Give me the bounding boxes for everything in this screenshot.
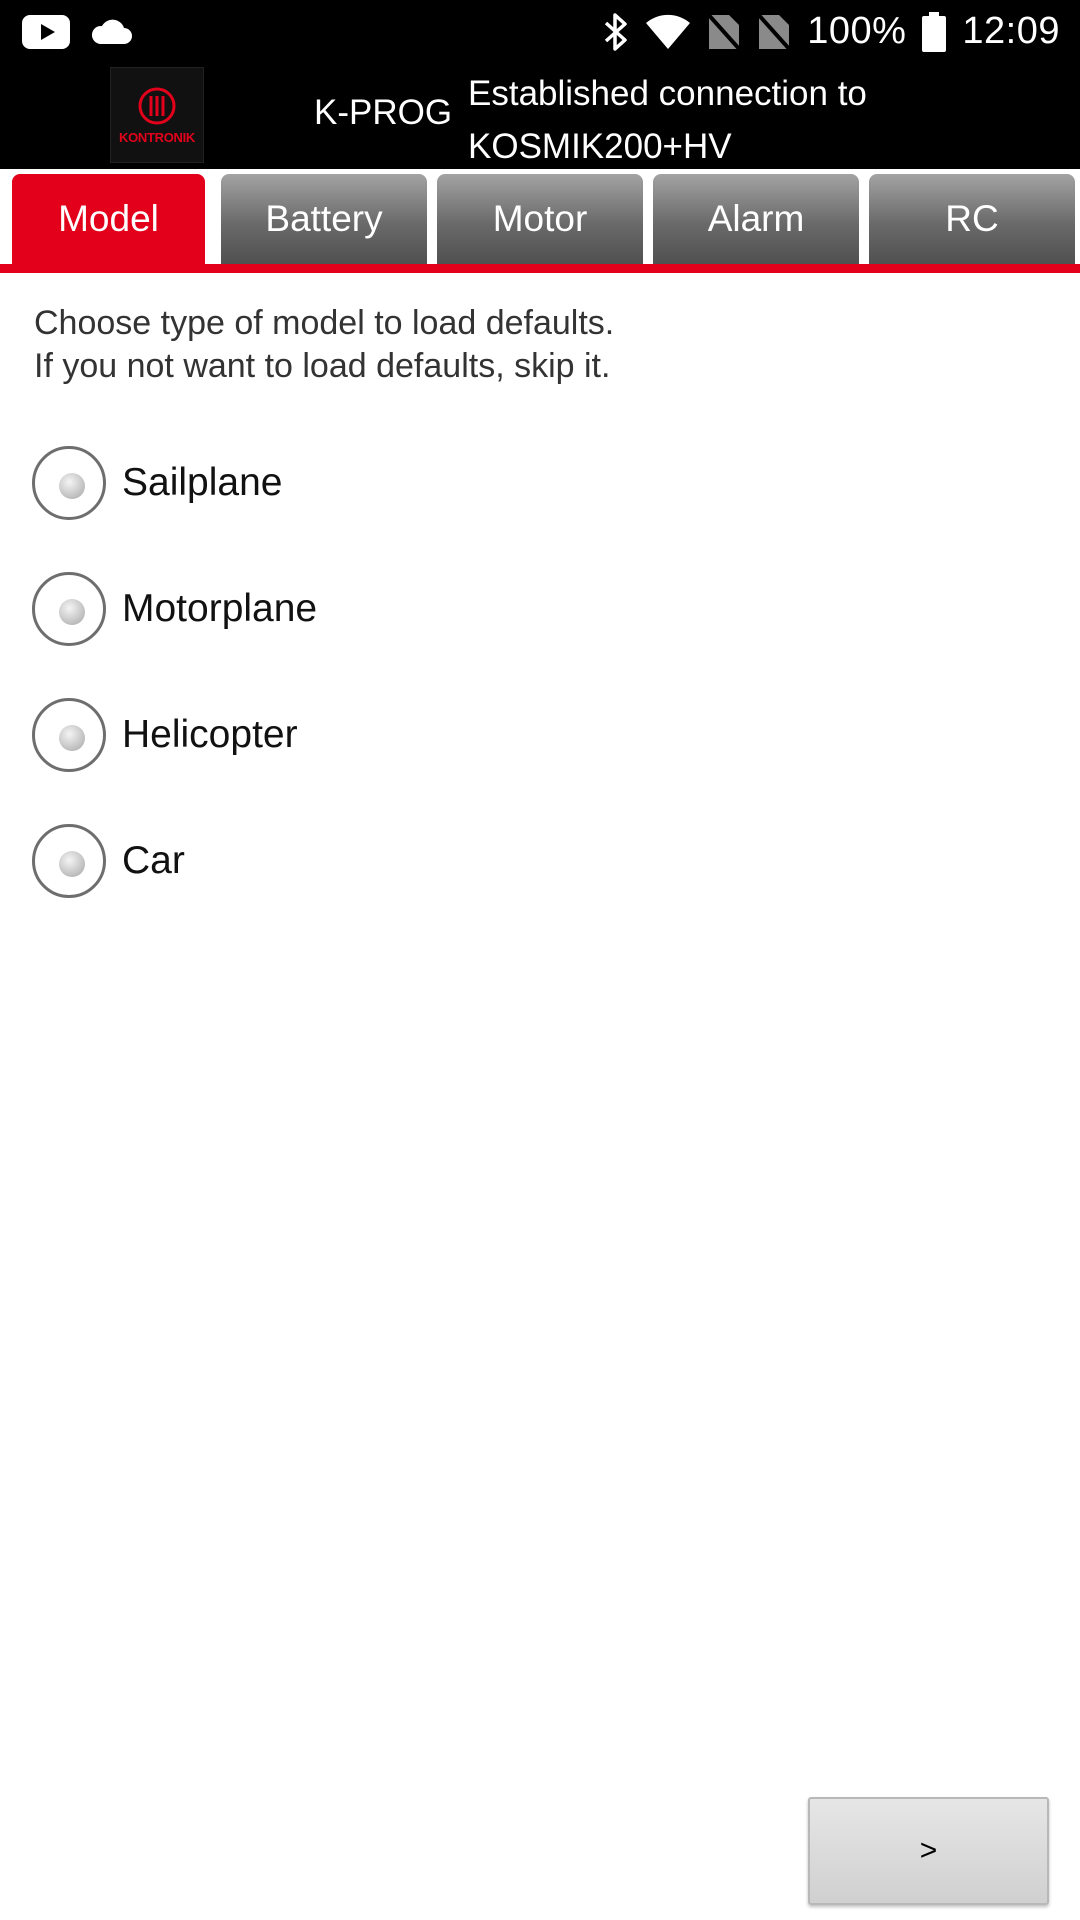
battery-percentage: 100%: [807, 10, 907, 52]
tab-battery[interactable]: Battery: [221, 174, 427, 264]
next-button[interactable]: >: [808, 1797, 1049, 1905]
radio-option-motorplane[interactable]: Motorplane: [32, 569, 632, 649]
radio-button[interactable]: [32, 824, 106, 898]
tab-motor[interactable]: Motor: [437, 174, 643, 264]
connection-status: Established connection to KOSMIK200+HV: [468, 67, 1068, 173]
battery-icon: [922, 11, 947, 52]
logo-emblem-icon: [138, 87, 176, 124]
clock: 12:09: [962, 10, 1060, 52]
tab-bar: Model Battery Motor Alarm RC: [0, 169, 1080, 273]
instruction-line-2: If you not want to load defaults, skip i…: [34, 347, 611, 385]
radio-label: Sailplane: [122, 461, 283, 504]
bluetooth-icon: [603, 12, 629, 52]
wifi-icon: [645, 14, 691, 50]
radio-label: Motorplane: [122, 587, 318, 630]
connection-device-name: KOSMIK200+HV: [468, 127, 732, 166]
cloud-icon: [90, 19, 132, 45]
logo-text: KONTRONIK: [118, 129, 196, 145]
tab-rc[interactable]: RC: [869, 174, 1075, 264]
radio-label: Helicopter: [122, 713, 298, 756]
connection-status-line1: Established connection to: [468, 74, 867, 113]
radio-button[interactable]: [32, 698, 106, 772]
radio-button[interactable]: [32, 446, 106, 520]
youtube-icon: [22, 15, 70, 49]
radio-option-sailplane[interactable]: Sailplane: [32, 443, 632, 523]
radio-label: Car: [122, 839, 185, 882]
no-sim-icon: [707, 12, 742, 51]
tab-model[interactable]: Model: [12, 174, 205, 264]
radio-option-car[interactable]: Car: [32, 821, 632, 901]
kontronik-logo: KONTRONIK: [110, 67, 204, 163]
app-title: K-PROG: [314, 93, 453, 132]
instructions: Choose type of model to load defaults. I…: [34, 302, 1034, 388]
instruction-line-1: Choose type of model to load defaults.: [34, 304, 615, 342]
radio-option-helicopter[interactable]: Helicopter: [32, 695, 632, 775]
tab-alarm[interactable]: Alarm: [653, 174, 859, 264]
no-sim-icon: [757, 12, 792, 51]
app-header: KONTRONIK K-PROG Established connection …: [0, 63, 1080, 169]
tab-underline: [0, 264, 1080, 273]
status-bar: 100% 12:09: [0, 0, 1080, 63]
radio-button[interactable]: [32, 572, 106, 646]
